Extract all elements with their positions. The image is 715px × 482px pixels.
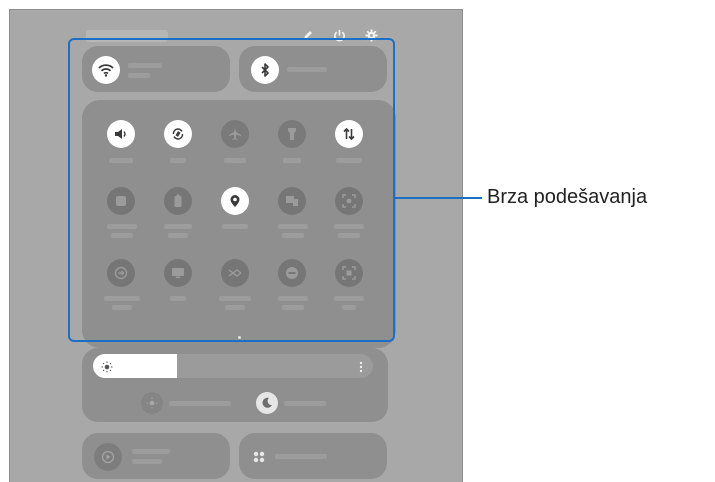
device-control-tile[interactable] bbox=[239, 433, 387, 479]
device-control-label-placeholder bbox=[275, 454, 327, 459]
more-options-icon[interactable] bbox=[359, 360, 363, 373]
brightness-slider[interactable] bbox=[93, 354, 373, 378]
eye-comfort-icon bbox=[141, 392, 163, 414]
media-label-placeholder bbox=[132, 459, 162, 464]
brightness-sun-icon bbox=[101, 360, 113, 373]
media-output-tile[interactable] bbox=[82, 433, 230, 479]
dark-mode-icon bbox=[256, 392, 278, 414]
eye-comfort-label-placeholder bbox=[169, 401, 231, 406]
media-label-placeholder bbox=[132, 449, 170, 454]
device-grid-icon bbox=[253, 450, 265, 463]
media-play-icon bbox=[94, 443, 122, 471]
dark-mode-label-placeholder bbox=[284, 401, 326, 406]
quick-settings-highlight-frame bbox=[68, 38, 395, 342]
callout-line bbox=[395, 197, 482, 199]
callout-label: Brza podešavanja bbox=[487, 186, 648, 208]
